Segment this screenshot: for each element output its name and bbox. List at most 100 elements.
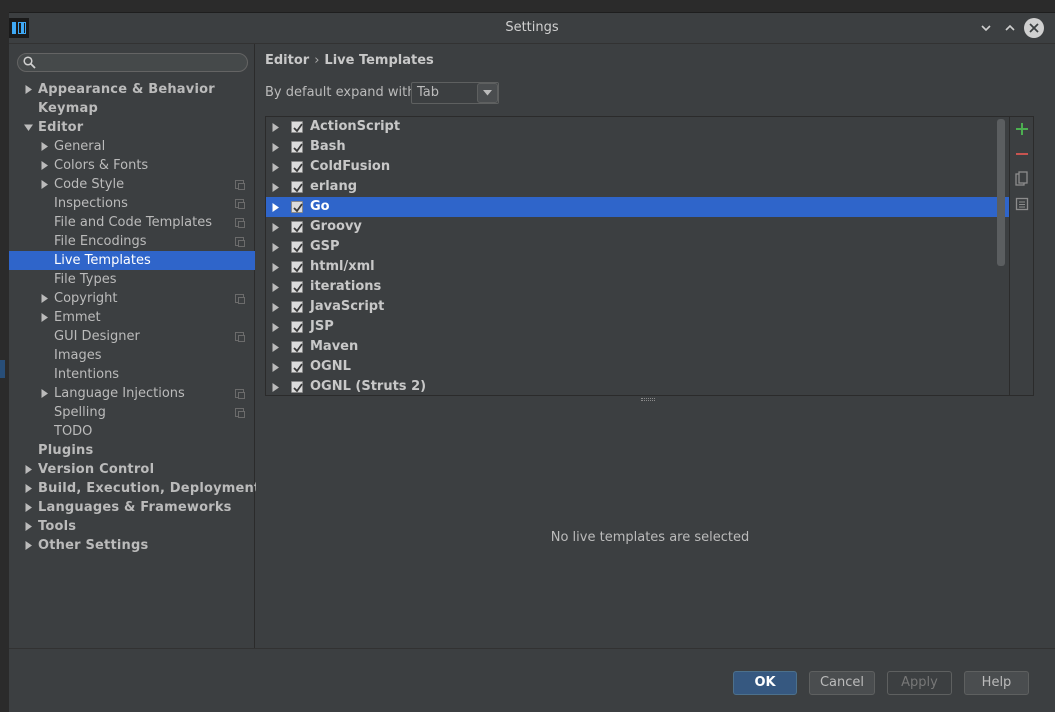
cancel-button[interactable]: Cancel xyxy=(809,671,875,695)
sidebar-item-file-and-code-templates[interactable]: File and Code Templates xyxy=(9,213,255,232)
sidebar-item-label: Code Style xyxy=(54,177,125,192)
sidebar-item-inspections[interactable]: Inspections xyxy=(9,194,255,213)
sidebar-item-tools[interactable]: Tools xyxy=(9,517,255,536)
expand-right-icon[interactable] xyxy=(269,197,281,217)
expand-with-select[interactable]: Tab xyxy=(411,82,499,104)
template-group-ognl-struts-2[interactable]: OGNL (Struts 2) xyxy=(266,377,1009,395)
close-button[interactable] xyxy=(1024,18,1044,38)
sidebar-item-version-control[interactable]: Version Control xyxy=(9,460,255,479)
template-group-checkbox[interactable] xyxy=(291,241,303,253)
template-group-coldfusion[interactable]: ColdFusion xyxy=(266,157,1009,177)
sidebar-item-code-style[interactable]: Code Style xyxy=(9,175,255,194)
template-group-checkbox[interactable] xyxy=(291,321,303,333)
template-group-gsp[interactable]: GSP xyxy=(266,237,1009,257)
sidebar-item-images[interactable]: Images xyxy=(9,346,255,365)
template-group-name: ActionScript xyxy=(310,119,401,134)
expand-right-icon[interactable] xyxy=(269,257,281,277)
template-group-checkbox[interactable] xyxy=(291,261,303,273)
sidebar-item-colors-fonts[interactable]: Colors & Fonts xyxy=(9,156,255,175)
project-settings-icon xyxy=(235,389,245,399)
sidebar-item-todo[interactable]: TODO xyxy=(9,422,255,441)
expand-right-icon[interactable] xyxy=(22,460,34,479)
sidebar-item-other-settings[interactable]: Other Settings xyxy=(9,536,255,555)
expand-right-icon[interactable] xyxy=(38,384,50,403)
expand-right-icon[interactable] xyxy=(269,157,281,177)
expand-right-icon[interactable] xyxy=(269,117,281,137)
help-button[interactable]: Help xyxy=(964,671,1029,695)
sidebar-item-keymap[interactable]: Keymap xyxy=(9,99,255,118)
expand-right-icon[interactable] xyxy=(269,217,281,237)
sidebar-item-live-templates[interactable]: Live Templates xyxy=(9,251,255,270)
sidebar-item-file-types[interactable]: File Types xyxy=(9,270,255,289)
minimize-button[interactable] xyxy=(976,18,996,38)
expand-right-icon[interactable] xyxy=(22,498,34,517)
template-group-checkbox[interactable] xyxy=(291,221,303,233)
settings-sidebar: Appearance & Behavior Keymap Editor General… xyxy=(9,44,260,648)
template-group-html-xml[interactable]: html/xml xyxy=(266,257,1009,277)
sidebar-item-plugins[interactable]: Plugins xyxy=(9,441,255,460)
sidebar-item-appearance-behavior[interactable]: Appearance & Behavior xyxy=(9,80,255,99)
search-input[interactable] xyxy=(17,53,248,72)
expand-right-icon[interactable] xyxy=(269,377,281,395)
template-group-checkbox[interactable] xyxy=(291,161,303,173)
expand-right-icon[interactable] xyxy=(22,80,34,99)
expand-right-icon[interactable] xyxy=(38,289,50,308)
expand-right-icon[interactable] xyxy=(38,156,50,175)
remove-icon[interactable] xyxy=(1013,145,1031,163)
sidebar-item-spelling[interactable]: Spelling xyxy=(9,403,255,422)
template-group-jsp[interactable]: JSP xyxy=(266,317,1009,337)
ok-button[interactable]: OK xyxy=(733,671,797,695)
expand-right-icon[interactable] xyxy=(269,317,281,337)
sidebar-item-languages-frameworks[interactable]: Languages & Frameworks xyxy=(9,498,255,517)
template-group-checkbox[interactable] xyxy=(291,381,303,393)
expand-right-icon[interactable] xyxy=(269,297,281,317)
template-group-ognl[interactable]: OGNL xyxy=(266,357,1009,377)
expand-right-icon[interactable] xyxy=(269,137,281,157)
template-group-checkbox[interactable] xyxy=(291,301,303,313)
sidebar-item-gui-designer[interactable]: GUI Designer xyxy=(9,327,255,346)
change-context-icon[interactable] xyxy=(1013,195,1031,213)
sidebar-item-editor[interactable]: Editor xyxy=(9,118,255,137)
template-group-javascript[interactable]: JavaScript xyxy=(266,297,1009,317)
maximize-button[interactable] xyxy=(1000,18,1020,38)
template-group-checkbox[interactable] xyxy=(291,121,303,133)
expand-right-icon[interactable] xyxy=(38,175,50,194)
expand-right-icon[interactable] xyxy=(269,177,281,197)
template-group-groovy[interactable]: Groovy xyxy=(266,217,1009,237)
copy-icon[interactable] xyxy=(1013,170,1031,188)
template-group-iterations[interactable]: iterations xyxy=(266,277,1009,297)
expand-right-icon[interactable] xyxy=(38,137,50,156)
template-group-bash[interactable]: Bash xyxy=(266,137,1009,157)
apply-button[interactable]: Apply xyxy=(887,671,952,695)
template-group-go[interactable]: Go xyxy=(266,197,1009,217)
sidebar-item-build-execution-deployment[interactable]: Build, Execution, Deployment xyxy=(9,479,260,498)
template-group-checkbox[interactable] xyxy=(291,141,303,153)
add-icon[interactable] xyxy=(1013,120,1031,138)
sidebar-item-emmet[interactable]: Emmet xyxy=(9,308,255,327)
splitter-handle[interactable] xyxy=(641,398,655,401)
expand-right-icon[interactable] xyxy=(269,277,281,297)
expand-right-icon[interactable] xyxy=(269,357,281,377)
expand-right-icon[interactable] xyxy=(22,517,34,536)
chevron-down-icon[interactable] xyxy=(477,83,498,103)
sidebar-item-intentions[interactable]: Intentions xyxy=(9,365,255,384)
template-group-checkbox[interactable] xyxy=(291,201,303,213)
sidebar-item-language-injections[interactable]: Language Injections xyxy=(9,384,255,403)
template-group-checkbox[interactable] xyxy=(291,281,303,293)
expand-right-icon[interactable] xyxy=(269,337,281,357)
template-group-checkbox[interactable] xyxy=(291,341,303,353)
template-group-actionscript[interactable]: ActionScript xyxy=(266,117,1009,137)
sidebar-item-general[interactable]: General xyxy=(9,137,255,156)
template-group-erlang[interactable]: erlang xyxy=(266,177,1009,197)
template-group-maven[interactable]: Maven xyxy=(266,337,1009,357)
expand-right-icon[interactable] xyxy=(38,308,50,327)
sidebar-item-file-encodings[interactable]: File Encodings xyxy=(9,232,255,251)
template-group-checkbox[interactable] xyxy=(291,181,303,193)
sidebar-item-copyright[interactable]: Copyright xyxy=(9,289,255,308)
expand-right-icon[interactable] xyxy=(22,536,34,555)
expand-right-icon[interactable] xyxy=(22,479,34,498)
scrollbar[interactable] xyxy=(997,119,1005,266)
expand-down-icon[interactable] xyxy=(22,118,34,137)
template-group-checkbox[interactable] xyxy=(291,361,303,373)
expand-right-icon[interactable] xyxy=(269,237,281,257)
